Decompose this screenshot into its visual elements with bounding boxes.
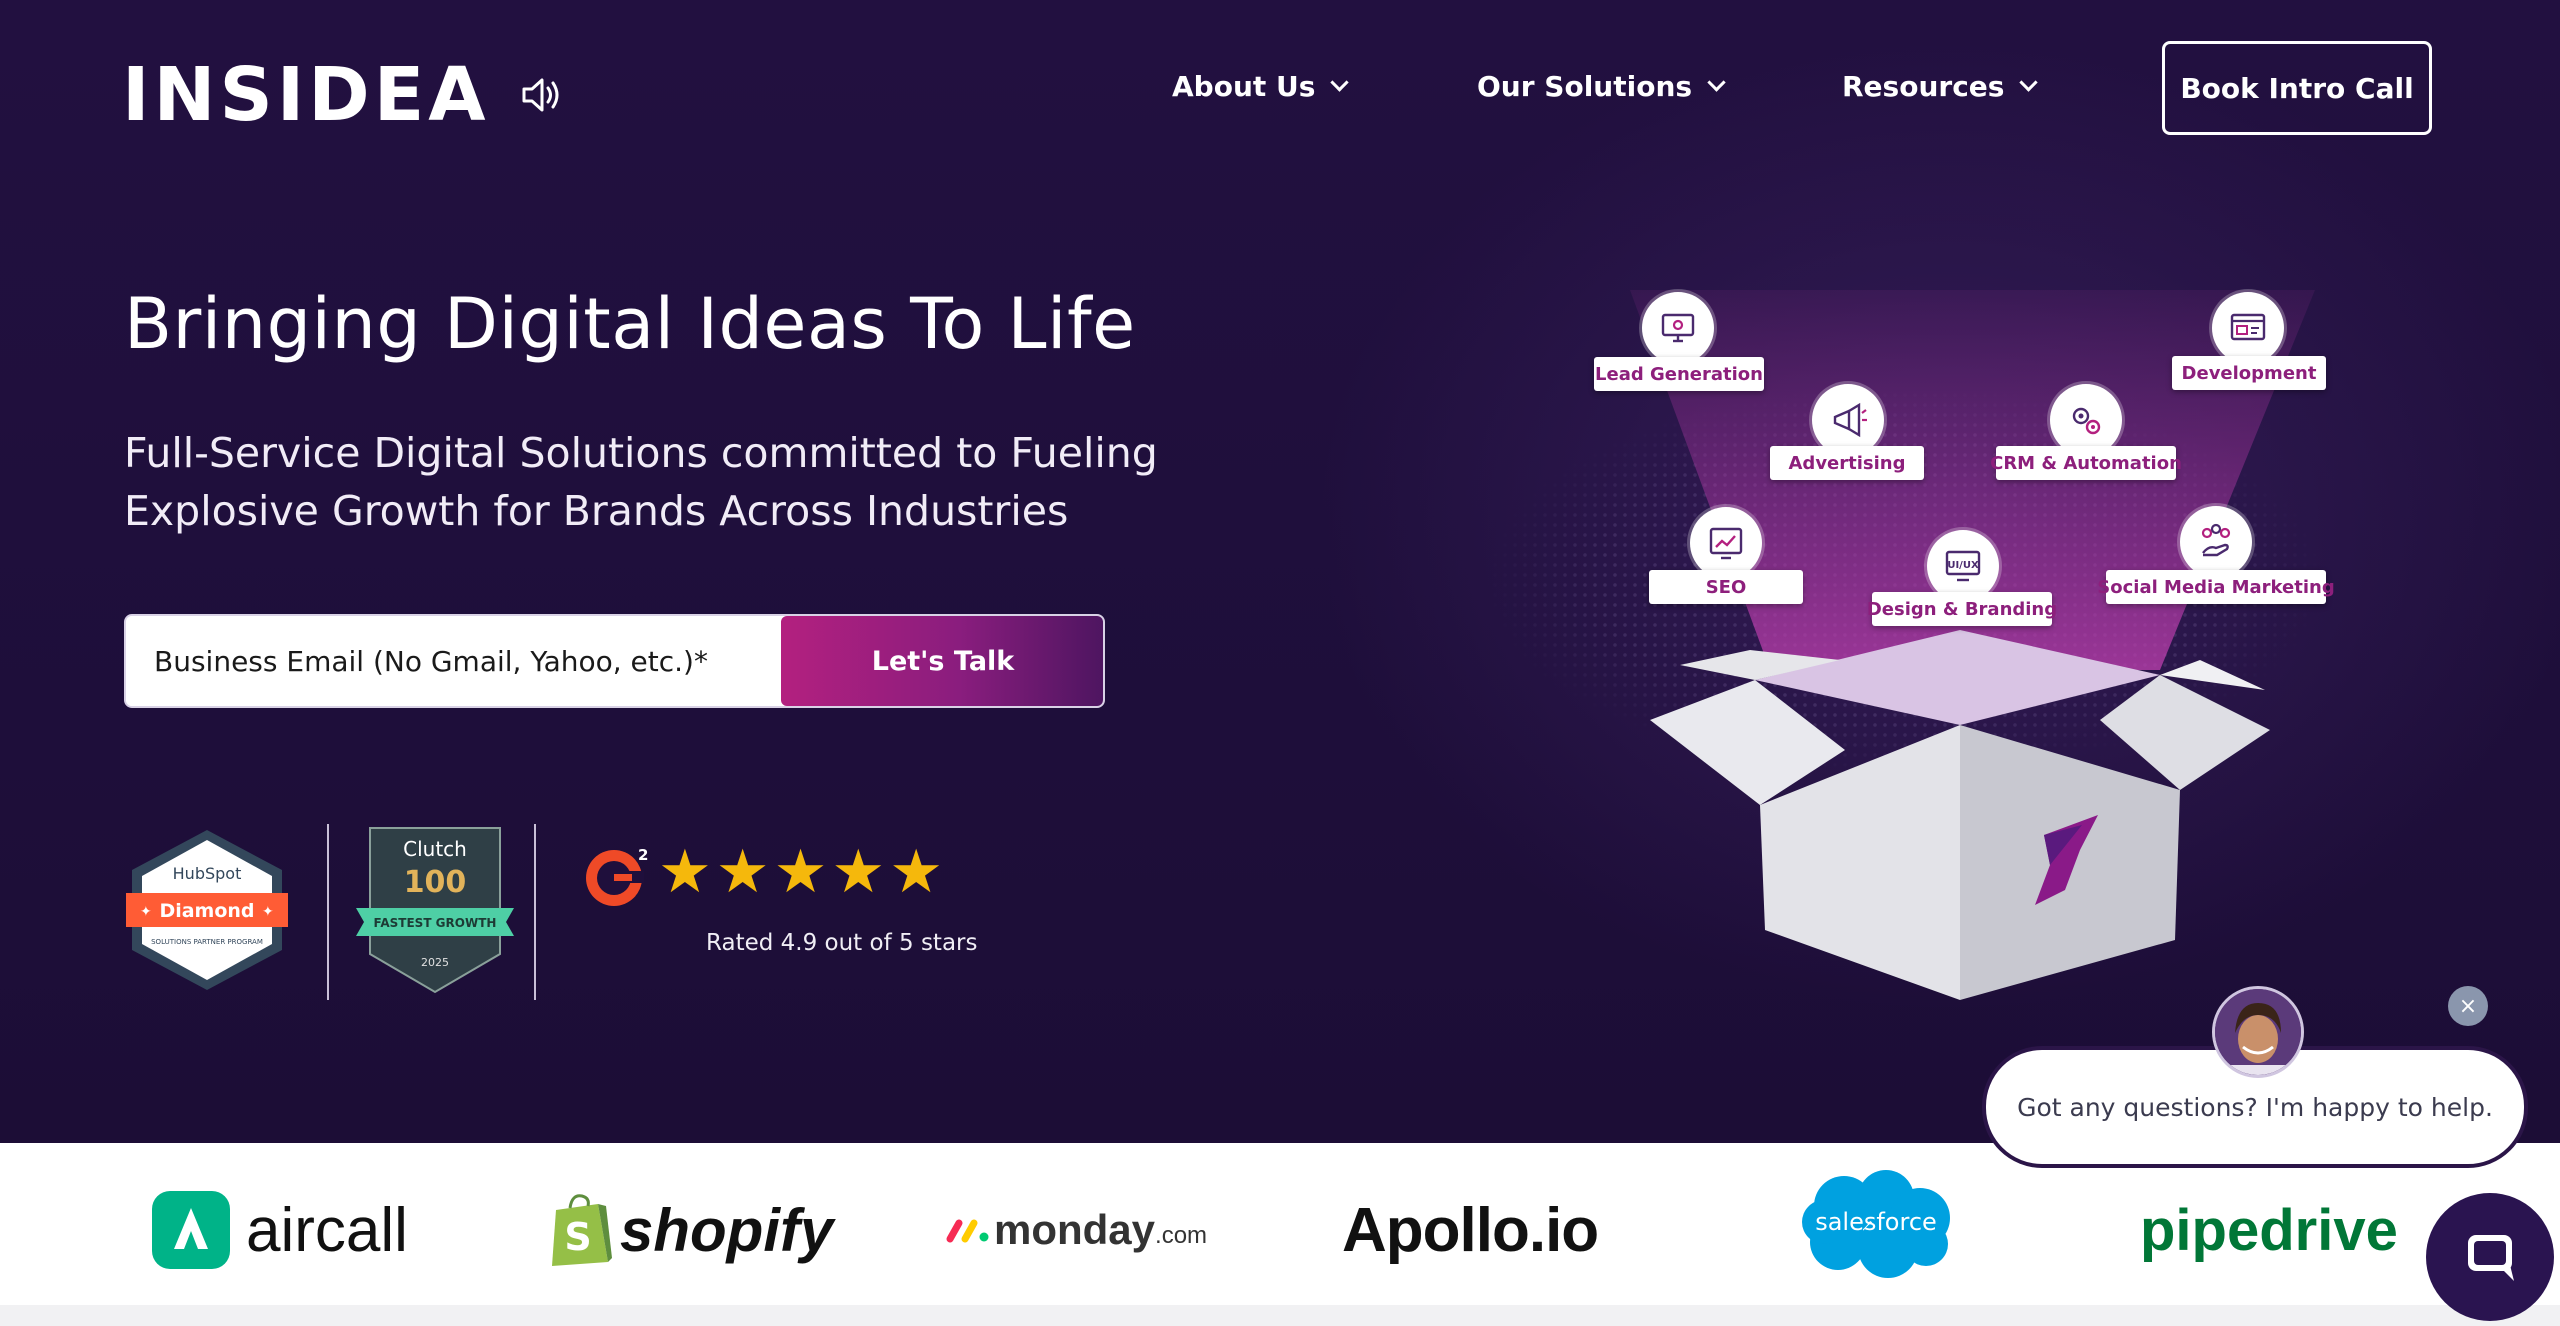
client-logo-monday: monday .com [944,1180,1207,1280]
service-chip: Lead Generation [1594,357,1764,391]
shopify-bag-icon: S [552,1194,612,1266]
client-name: monday [994,1206,1156,1253]
badge-rank: 100 [404,865,467,900]
star-icon: ★ [715,837,770,907]
nav-our-solutions[interactable]: Our Solutions [1477,70,1726,103]
star-icon: ★ [889,837,943,907]
chat-bubble-icon [2468,1235,2514,1281]
badge-brand: Clutch [403,837,467,861]
g2-logo: 2 [586,846,648,906]
lead-generation-icon [1642,292,1714,364]
chat-launcher-button[interactable] [2426,1193,2554,1321]
logo-text: INSIDEA [122,52,490,138]
client-logo-shopify: S shopify [548,1180,833,1280]
chevron-down-icon [1707,73,1726,92]
brand-logo[interactable]: INSIDEA [122,58,566,132]
svg-text:✦: ✦ [262,904,274,920]
chevron-down-icon [1330,73,1350,92]
agent-avatar [2212,986,2304,1078]
client-name-suffix: .com [1155,1222,1208,1249]
divider [327,824,329,1000]
close-chat-button[interactable]: × [2448,986,2488,1026]
strip-bottom-border [0,1305,2560,1326]
star-icon: ★ [658,837,712,907]
service-chip: Development [2172,356,2326,390]
svg-text:UI/UX: UI/UX [1947,560,1979,571]
email-signup-form: Let's Talk [124,614,1105,708]
star-icon: ★ [773,837,828,907]
badge-ribbon: FASTEST GROWTH [374,916,497,930]
salesforce-cloud-icon: salesforce [1802,1170,1950,1278]
business-email-field[interactable] [126,616,781,706]
hero-subtitle-line-1: Full-Service Digital Solutions committed… [124,429,1158,477]
badge-program: SOLUTIONS PARTNER PROGRAM [151,938,263,946]
social-media-marketing-icon [2180,506,2252,578]
hubspot-diamond-badge: HubSpot Diamond ✦ ✦ SOLUTIONS PARTNER PR… [126,830,288,990]
chevron-down-icon [2019,73,2039,92]
rating-text: Rated 4.9 out of 5 stars [706,930,978,956]
speaker-icon[interactable] [518,71,566,119]
svg-text:2: 2 [638,846,648,864]
page-title: Bringing Digital Ideas To Life [124,283,1136,365]
client-name: salesforce [1815,1208,1937,1236]
client-logo-apollo: Apollo.io [1342,1180,1599,1280]
lets-talk-button[interactable]: Let's Talk [781,616,1103,706]
nav-label: About Us [1172,70,1316,103]
service-chip: SEO [1649,570,1803,604]
client-logo-pipedrive: pipedrive [2140,1180,2398,1280]
badge-brand: HubSpot [173,864,242,883]
service-chip: Design & Branding [1867,592,2057,626]
service-chip: Advertising [1770,446,1924,480]
client-name: aircall [246,1195,408,1265]
nav-resources[interactable]: Resources [1842,70,2039,103]
badge-tier: Diamond [159,900,254,922]
client-logo-salesforce: salesforce [1794,1166,1958,1282]
nav-label: Resources [1842,70,2005,103]
book-intro-call-button[interactable]: Book Intro Call [2162,41,2432,135]
hero-subtitle: Full-Service Digital Solutions committed… [124,424,1224,540]
badge-year: 2025 [421,956,449,969]
nav-about-us[interactable]: About Us [1172,70,1350,103]
development-icon [2212,292,2284,364]
clutch-100-badge: Clutch 100 FASTEST GROWTH 2025 [356,827,514,994]
service-chip: CRM & Automation [1990,446,2182,480]
star-icon: ★ [831,837,886,907]
monday-dots-icon [946,1219,989,1243]
svg-text:S: S [564,1215,591,1259]
nav-label: Our Solutions [1477,70,1693,103]
seo-icon [1690,507,1762,579]
hero-subtitle-line-2: Explosive Growth for Brands Across Indus… [124,487,1069,535]
open-box-illustration [1650,630,2270,1000]
svg-text:✦: ✦ [140,904,152,920]
divider [534,824,536,1000]
rating-stars: ★ ★ ★ ★ ★ [658,842,947,902]
aircall-icon [152,1191,230,1269]
client-name: pipedrive [2140,1197,2398,1263]
client-logo-aircall: aircall [152,1180,408,1280]
hero-section: Lead Generation Development Advertising … [0,0,2560,1143]
service-chip: Social Media Marketing [2097,570,2335,604]
client-name: Apollo.io [1342,1195,1599,1265]
client-name: shopify [620,1196,834,1264]
